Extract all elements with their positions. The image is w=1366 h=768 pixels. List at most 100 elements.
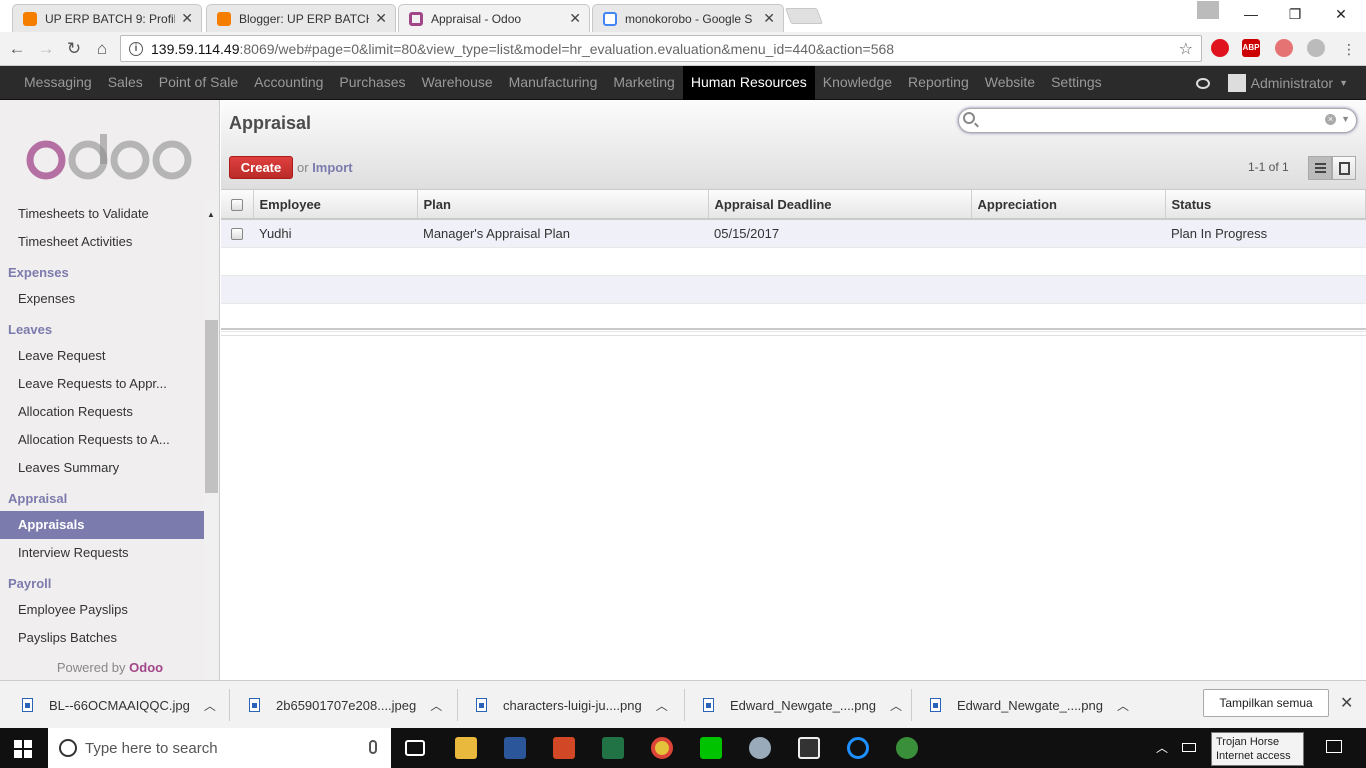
- sidebar-item-interview-requests[interactable]: Interview Requests: [0, 539, 204, 567]
- browser-tab-3[interactable]: monokorobo - Google S ✕: [592, 4, 784, 32]
- file-explorer-icon[interactable]: [455, 737, 477, 759]
- reload-icon[interactable]: ↻: [63, 38, 85, 60]
- list-view-button[interactable]: [1308, 156, 1332, 180]
- chevron-up-icon[interactable]: ︿: [430, 697, 442, 714]
- chevron-up-icon[interactable]: ︿: [1156, 739, 1168, 756]
- search-input[interactable]: × ▼: [958, 108, 1357, 133]
- home-icon[interactable]: ⌂: [91, 38, 113, 60]
- close-icon[interactable]: ✕: [1340, 693, 1353, 713]
- column-plan[interactable]: Plan: [417, 190, 709, 220]
- download-item[interactable]: Edward_Newgate_....png ︿: [703, 681, 902, 729]
- windows-start-icon[interactable]: [14, 740, 32, 758]
- show-all-downloads-button[interactable]: Tampilkan semua: [1203, 689, 1329, 717]
- forward-icon[interactable]: →: [35, 38, 57, 60]
- menu-item-website[interactable]: Website: [977, 66, 1043, 100]
- chevron-up-icon[interactable]: ︿: [1117, 697, 1129, 714]
- restore-icon[interactable]: ❐: [1272, 0, 1318, 28]
- cell-status[interactable]: Plan In Progress: [1165, 219, 1366, 248]
- sidebar-item-appraisals[interactable]: Appraisals: [0, 511, 204, 539]
- sidebar-item-timesheet-activities[interactable]: Timesheet Activities: [0, 228, 204, 256]
- menu-item-human-resources[interactable]: Human Resources: [682, 66, 815, 100]
- download-item[interactable]: Edward_Newgate_....png ︿: [930, 681, 1129, 729]
- close-icon[interactable]: ✕: [569, 10, 581, 27]
- menu-item-knowledge[interactable]: Knowledge: [815, 66, 900, 100]
- import-link[interactable]: Import: [312, 160, 352, 175]
- caret-down-icon[interactable]: ▼: [1341, 114, 1350, 124]
- menu-item-settings[interactable]: Settings: [1043, 66, 1110, 100]
- menu-item-marketing[interactable]: Marketing: [605, 66, 682, 100]
- table-row[interactable]: Yudhi Manager's Appraisal Plan 05/15/201…: [221, 219, 1366, 248]
- cell-deadline[interactable]: 05/15/2017: [708, 219, 971, 248]
- menu-icon[interactable]: ⋮: [1338, 38, 1360, 60]
- user-menu[interactable]: Administrator: [1251, 75, 1333, 91]
- star-icon[interactable]: ☆: [1179, 39, 1193, 59]
- network-app-icon[interactable]: [896, 737, 918, 759]
- menu-item-manufacturing[interactable]: Manufacturing: [501, 66, 606, 100]
- cell-employee[interactable]: Yudhi: [253, 219, 417, 248]
- sidebar-item-expenses[interactable]: Expenses: [0, 285, 204, 313]
- download-item[interactable]: BL--66OCMAAIQQC.jpg ︿: [22, 681, 216, 729]
- chrome-icon[interactable]: [651, 737, 673, 759]
- browser-tab-1[interactable]: Blogger: UP ERP BATCH S ✕: [206, 4, 396, 32]
- powerpoint-icon[interactable]: [553, 737, 575, 759]
- browser-tab-0[interactable]: UP ERP BATCH 9: Profil P ✕: [12, 4, 202, 32]
- info-icon[interactable]: i: [129, 41, 143, 56]
- minimize-icon[interactable]: —: [1228, 0, 1274, 28]
- close-icon[interactable]: ✕: [181, 10, 193, 27]
- taskbar-search-input[interactable]: Type here to search: [48, 728, 391, 768]
- sidebar-item-leave-request[interactable]: Leave Request: [0, 342, 204, 370]
- menu-item-sales[interactable]: Sales: [100, 66, 151, 100]
- row-checkbox[interactable]: [231, 228, 243, 241]
- battery-icon[interactable]: [1182, 743, 1196, 752]
- chevron-up-icon[interactable]: ︿: [204, 697, 216, 714]
- menu-item-accounting[interactable]: Accounting: [246, 66, 331, 100]
- paint-icon[interactable]: [749, 737, 771, 759]
- menu-item-point-of-sale[interactable]: Point of Sale: [151, 66, 246, 100]
- line-icon[interactable]: [700, 737, 722, 759]
- internet-explorer-icon[interactable]: [847, 737, 869, 759]
- word-icon[interactable]: [504, 737, 526, 759]
- browser-tab-2[interactable]: Appraisal - Odoo ✕: [398, 4, 590, 32]
- menu-item-purchases[interactable]: Purchases: [331, 66, 413, 100]
- close-icon[interactable]: ✕: [763, 10, 775, 27]
- menu-item-messaging[interactable]: Messaging: [16, 66, 100, 100]
- adblock-icon[interactable]: ABP: [1242, 39, 1260, 57]
- sidebar-item-leave-requests-to-appr[interactable]: Leave Requests to Appr...: [0, 370, 204, 398]
- download-item[interactable]: 2b65901707e208....jpeg ︿: [249, 681, 442, 729]
- opera-icon[interactable]: [1211, 39, 1229, 57]
- menu-item-warehouse[interactable]: Warehouse: [414, 66, 501, 100]
- close-icon[interactable]: ✕: [375, 10, 387, 27]
- powered-by-brand[interactable]: Odoo: [129, 660, 163, 675]
- back-icon[interactable]: ←: [6, 38, 28, 60]
- column-employee[interactable]: Employee: [253, 190, 418, 220]
- cell-plan[interactable]: Manager's Appraisal Plan: [417, 219, 708, 248]
- column-deadline[interactable]: Appraisal Deadline: [708, 190, 972, 220]
- address-bar[interactable]: i 139.59.114.49:8069/web#page=0&limit=80…: [120, 35, 1202, 62]
- column-status[interactable]: Status: [1165, 190, 1366, 220]
- chevron-up-icon[interactable]: ︿: [890, 697, 902, 714]
- extension-icon[interactable]: [1275, 39, 1293, 57]
- sidebar-item-leaves-summary[interactable]: Leaves Summary: [0, 454, 204, 482]
- sidebar-item-employee-payslips[interactable]: Employee Payslips: [0, 596, 204, 624]
- download-item[interactable]: characters-luigi-ju....png ︿: [476, 681, 668, 729]
- sidebar-item-allocation-requests[interactable]: Allocation Requests: [0, 398, 204, 426]
- scroll-up-icon[interactable]: ▲: [207, 210, 215, 219]
- menu-item-reporting[interactable]: Reporting: [900, 66, 977, 100]
- pager-value[interactable]: 1-1 of 1: [1248, 160, 1289, 174]
- close-window-icon[interactable]: ✕: [1318, 0, 1364, 28]
- sidebar-item-allocation-requests-to-a[interactable]: Allocation Requests to A...: [0, 426, 204, 454]
- sidebar-scrollbar[interactable]: ▲ ▼: [204, 200, 219, 760]
- photos-icon[interactable]: [798, 737, 820, 759]
- chevron-up-icon[interactable]: ︿: [656, 697, 668, 714]
- excel-icon[interactable]: [602, 737, 624, 759]
- task-view-icon[interactable]: [405, 740, 425, 756]
- cell-appreciation[interactable]: [971, 219, 1165, 248]
- clear-icon[interactable]: ×: [1325, 114, 1336, 125]
- odoo-logo[interactable]: [26, 132, 194, 182]
- column-appreciation[interactable]: Appreciation: [971, 190, 1166, 220]
- microphone-icon[interactable]: [369, 740, 377, 754]
- new-tab-button[interactable]: [785, 8, 823, 24]
- extension-icon[interactable]: [1307, 39, 1325, 57]
- create-button[interactable]: Create: [229, 156, 293, 179]
- scrollbar-thumb[interactable]: [205, 320, 218, 493]
